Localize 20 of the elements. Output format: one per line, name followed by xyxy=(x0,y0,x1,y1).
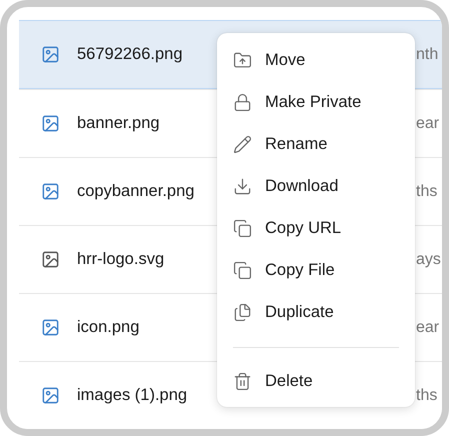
menu-item-label: Rename xyxy=(265,134,328,154)
file-name: banner.png xyxy=(77,114,160,133)
file-name: hrr-logo.svg xyxy=(77,250,164,269)
menu-item-label: Copy File xyxy=(265,260,335,280)
file-name: copybanner.png xyxy=(77,182,194,201)
file-name: icon.png xyxy=(77,318,140,337)
modified-date: ear xyxy=(416,318,440,336)
menu-item-label: Move xyxy=(265,50,306,70)
menu-item-label: Delete xyxy=(265,372,313,390)
file-name: images (1).png xyxy=(77,386,188,405)
menu-item-label: Duplicate xyxy=(265,302,334,322)
menu-item-label: Copy URL xyxy=(265,218,342,238)
modified-date: ths xyxy=(416,182,438,200)
menu-item-label: Download xyxy=(265,176,338,196)
modified-date: ear xyxy=(416,114,440,132)
modified-date: ays xyxy=(416,250,441,268)
file-name: 56792266.png xyxy=(77,45,183,64)
modified-date: ths xyxy=(416,386,438,404)
modified-date: nth xyxy=(416,46,438,64)
menu-item-label: Make Private xyxy=(265,92,362,112)
